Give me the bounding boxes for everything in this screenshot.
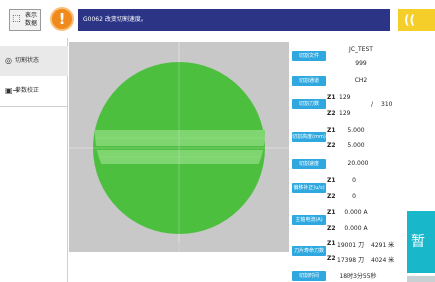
offset-z1: 0	[352, 177, 356, 184]
z1-tag: Z1	[327, 177, 336, 184]
sidebar-item-calibrate[interactable]: ▣→ 参数校正	[0, 76, 68, 106]
cut-count-total: 310	[381, 101, 393, 108]
sidebar-divider	[0, 106, 68, 107]
blade-life-z1-count: 19001 刀	[337, 242, 364, 249]
blade-life-z2-count: 17398 刀	[337, 257, 364, 264]
spindle-current-z2: 0.000 A	[344, 225, 368, 232]
channel-value: CH2	[354, 77, 368, 84]
cut-time-value: 18时3分55秒	[339, 273, 377, 280]
blade-life-z1-meters: 4291 米	[371, 242, 395, 249]
z2-tag: Z2	[327, 225, 336, 232]
cut-count-z2: 129	[339, 110, 351, 117]
z1-tag: Z1	[327, 94, 336, 101]
cut-count-label[interactable]: 切割刀数	[292, 99, 326, 109]
cut-height-label[interactable]: 切割高度(mm)	[292, 132, 326, 142]
cut-count-separator: /	[370, 101, 374, 108]
channel-label[interactable]: 切割通道	[292, 76, 326, 86]
secondary-tab[interactable]	[407, 276, 435, 282]
top-bar: ⬚ 表示 数据 ! G0062 改变切割速度。 ((	[0, 0, 435, 38]
cut-speed-label[interactable]: 切割速度(mm/s)	[292, 159, 326, 177]
cut-file-name: JC_TEST	[349, 46, 373, 53]
z2-tag: Z2	[327, 110, 336, 117]
cut-height-z1: 5.000	[347, 127, 365, 134]
calibrate-icon: ▣→	[5, 86, 20, 95]
sidebar-item-cut-status[interactable]: ◎ 切割状态	[0, 46, 68, 76]
cut-file-number: 999	[355, 60, 367, 67]
cut-count-z1: 129	[339, 94, 351, 101]
z2-tag: Z2	[327, 142, 336, 149]
cut-file-label[interactable]: 切割文件	[292, 51, 326, 61]
z2-tag: Z2	[327, 193, 336, 200]
offset-label[interactable]: 偏移补正(u/s)	[292, 183, 326, 193]
pause-button[interactable]: 暂	[407, 211, 435, 273]
z2-tag: Z2	[327, 255, 336, 262]
warning-icon[interactable]: !	[50, 7, 74, 31]
z1-tag: Z1	[327, 240, 336, 247]
z1-tag: Z1	[327, 209, 336, 216]
sidebar-item-label: 切割状态	[15, 57, 40, 64]
switch-icon: ⬚	[12, 14, 21, 24]
action-column: 暂	[396, 38, 435, 282]
offset-z2: 0	[352, 193, 356, 200]
wafer-svg	[69, 42, 289, 252]
spindle-current-z1: 0.000 A	[344, 209, 368, 216]
spindle-current-label[interactable]: 主轴电流(A)	[292, 215, 326, 225]
status-panel: 切割文件 JC_TEST 999 切割通道 CH2 切割刀数 Z1 129 / …	[289, 38, 396, 282]
display-data-button[interactable]: ⬚ 表示 数据	[9, 9, 41, 31]
wafer-view	[69, 38, 289, 282]
z1-tag: Z1	[327, 127, 336, 134]
display-data-label: 表示 数据	[24, 12, 37, 27]
blade-life-label[interactable]: 刀片寿命刀数	[292, 246, 326, 256]
cut-status-icon: ◎	[5, 56, 12, 65]
cut-time-label[interactable]: 切割时间	[292, 271, 326, 281]
alarm-message: G0062 改变切割速度。	[78, 9, 390, 31]
cut-speed-value: 20.000	[347, 160, 369, 167]
cut-height-z2: 5.000	[347, 142, 365, 149]
signal-button[interactable]: ((	[398, 9, 435, 31]
blade-life-z2-meters: 4024 米	[371, 257, 395, 264]
sidebar: ◎ 切割状态 ▣→ 参数校正	[0, 38, 68, 282]
wafer-plot[interactable]	[69, 42, 289, 252]
